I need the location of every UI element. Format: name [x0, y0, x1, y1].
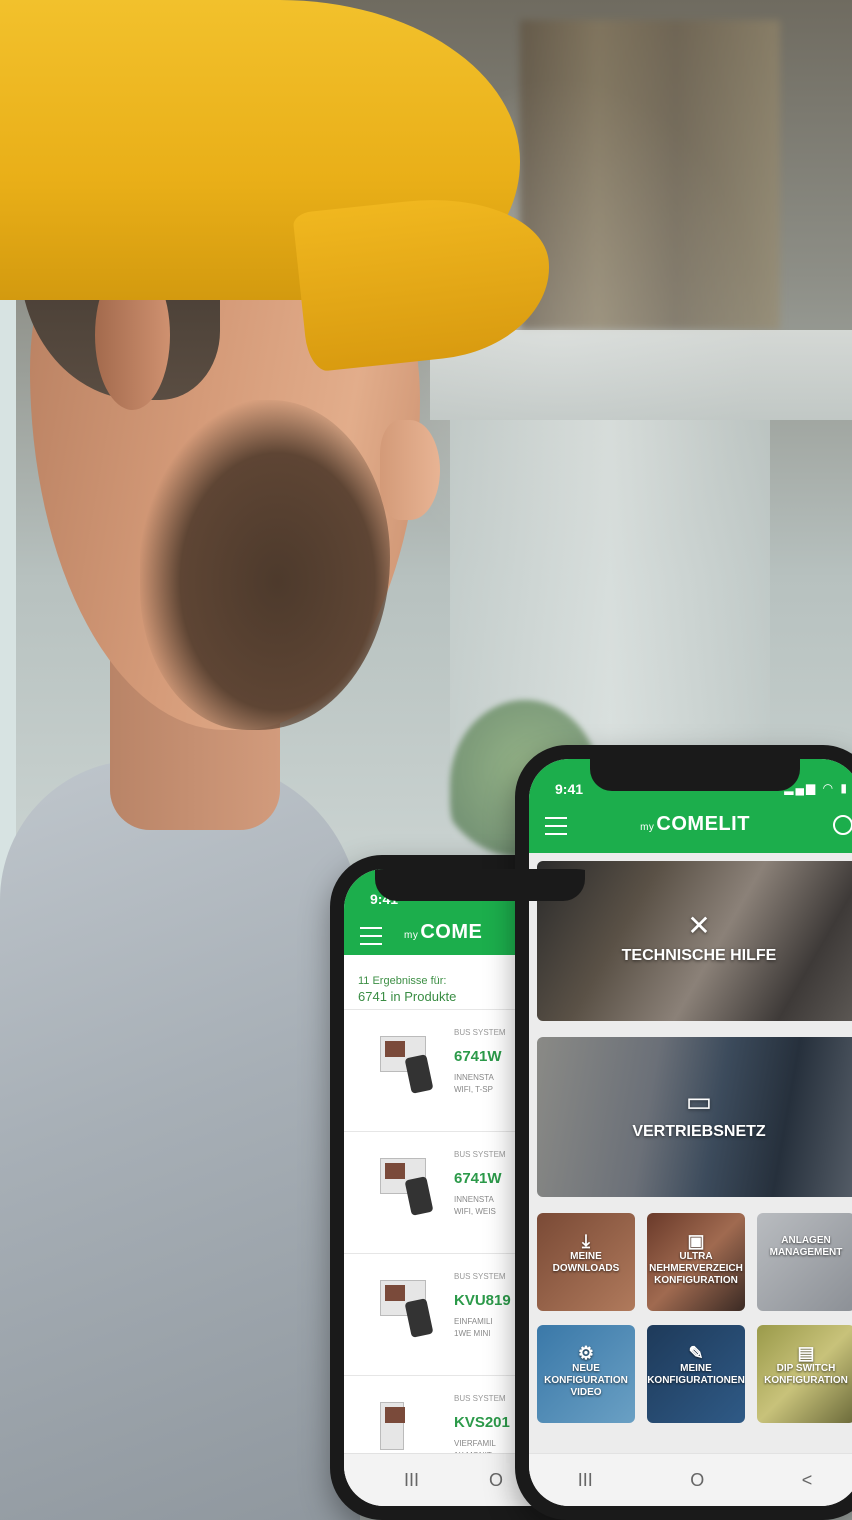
gear-icon: ⚙: [577, 1343, 595, 1363]
home-button[interactable]: O: [489, 1470, 503, 1491]
app-logo: my COMELIT: [640, 813, 750, 835]
download-icon: ⤓: [582, 1231, 590, 1251]
phone-front: 9:41 ▂▄▆ ◠ ▮ my COMELIT ✕ TECHNISCHE HILF…: [515, 745, 852, 1520]
blurred-bookshelf: [520, 20, 780, 330]
recent-apps-button[interactable]: III: [404, 1470, 419, 1491]
recent-apps-button[interactable]: III: [578, 1470, 593, 1491]
tools-person-icon: ✎: [688, 1343, 704, 1363]
product-image: [380, 1158, 444, 1220]
phone-notch: [590, 759, 800, 791]
product-image: [380, 1036, 444, 1098]
tile-meine-downloads[interactable]: ⤓ MEINE DOWNLOADS: [537, 1213, 635, 1311]
results-header: 11 Ergebnisse für: 6741 in Produkte: [358, 975, 457, 1004]
android-nav-bar: III O <: [529, 1453, 852, 1506]
tile-vertriebsnetz[interactable]: ▭ VERTRIEBSNETZ: [537, 1037, 852, 1197]
tile-ultra-teilnehmerverzeichnis[interactable]: ▣ ULTRA NEHMERVERZEICH KONFIGURATION: [647, 1213, 745, 1311]
tile-technische-hilfe[interactable]: ✕ TECHNISCHE HILFE: [537, 861, 852, 1021]
grey-tshirt: [0, 760, 360, 1520]
contact-card-icon: ▣: [687, 1231, 705, 1251]
back-button[interactable]: <: [802, 1470, 813, 1491]
status-time: 9:41: [555, 781, 584, 797]
chat-icon: ▭: [685, 1086, 713, 1117]
tile-neue-konfiguration-video[interactable]: ⚙ NEUE KONFIGURATION VIDEO: [537, 1325, 635, 1423]
home-button[interactable]: O: [690, 1470, 704, 1491]
tile-dip-switch-konfiguration[interactable]: ▤ DIP SWITCH KONFIGURATION: [757, 1325, 852, 1423]
tile-anlagen-management[interactable]: ANLAGEN MANAGEMENT: [757, 1213, 852, 1311]
nose: [380, 420, 440, 520]
search-icon[interactable]: [833, 815, 852, 835]
tools-icon: ✕: [687, 910, 711, 941]
product-image: [380, 1280, 444, 1342]
menu-icon[interactable]: [360, 927, 382, 945]
beard: [140, 400, 390, 730]
tile-meine-konfigurationen[interactable]: ✎ MEINE KONFIGURATIONEN: [647, 1325, 745, 1423]
phone-notch: [375, 869, 585, 901]
dip-switch-icon: ▤: [797, 1343, 815, 1363]
